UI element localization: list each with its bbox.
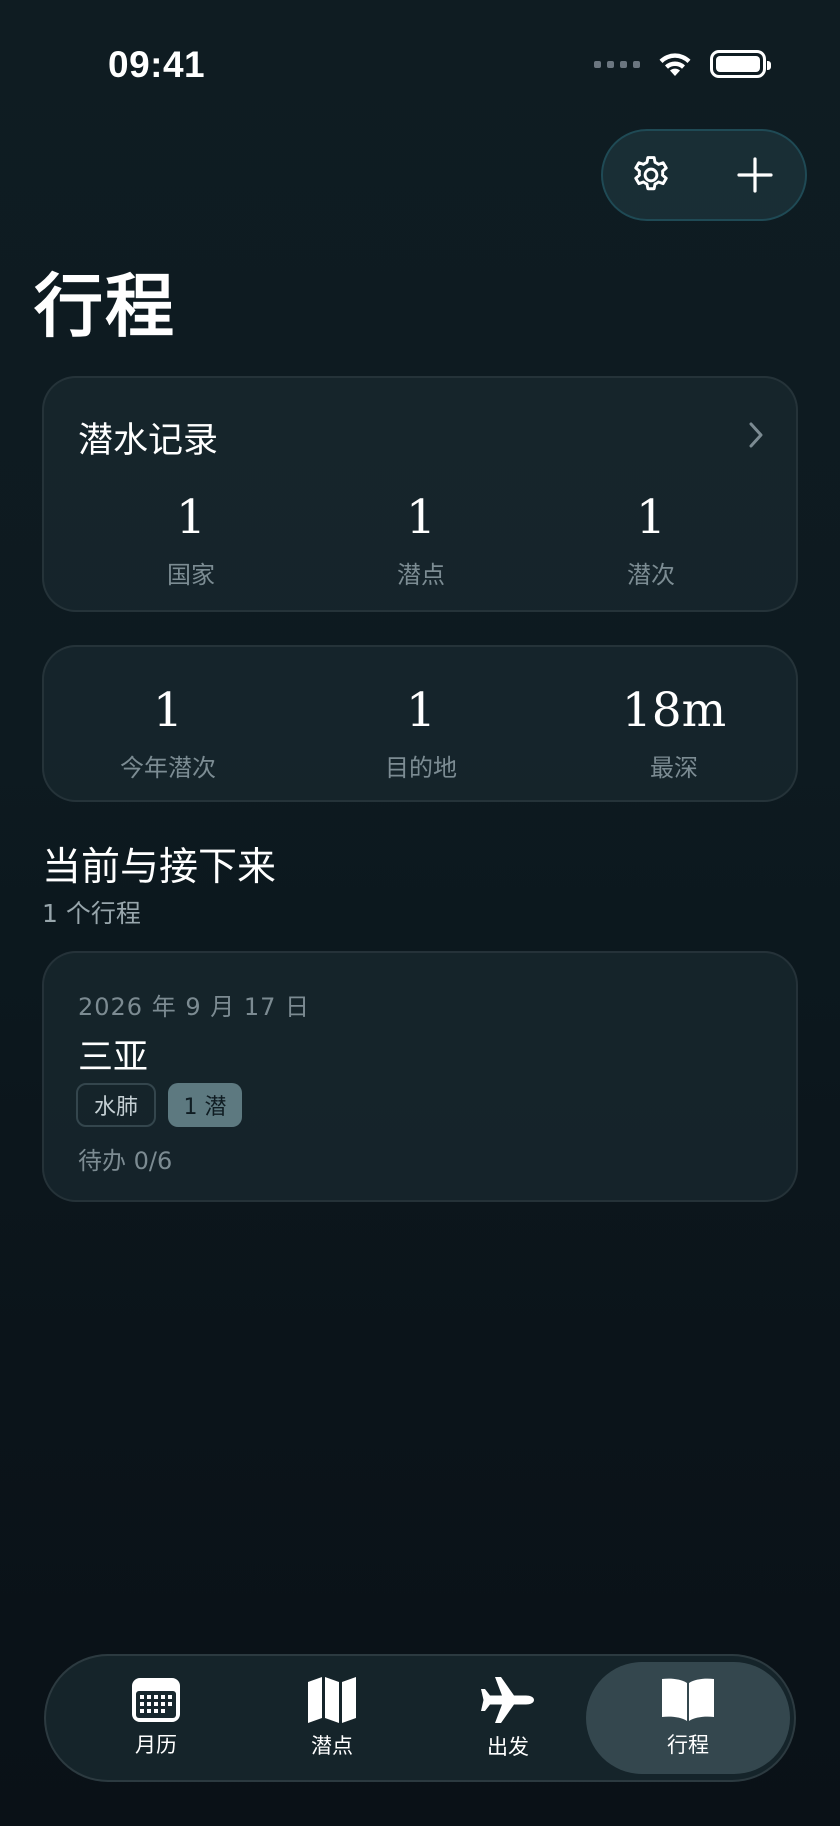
trip-tag-type: 水肺	[76, 1083, 156, 1127]
tab-label: 行程	[667, 1733, 709, 1757]
stat-label: 潜次	[627, 561, 675, 589]
tab-label: 潜点	[311, 1734, 353, 1758]
trip-todo: 待办 0/6	[78, 1147, 173, 1175]
book-icon	[662, 1678, 714, 1721]
page-title: 行程	[34, 267, 176, 347]
calendar-icon	[132, 1678, 180, 1722]
stat-destinations: 1 目的地	[321, 687, 521, 783]
tab-depart[interactable]: 出发	[428, 1662, 588, 1774]
stat-value: 1	[636, 490, 666, 545]
section-title: 当前与接下来	[42, 845, 277, 890]
tab-bar: 月历 潜点 出发 行程	[44, 1654, 796, 1782]
stat-dives: 1 潜次	[551, 494, 751, 590]
trip-tag-dive-count: 1 潜	[168, 1083, 242, 1127]
wifi-icon	[659, 53, 691, 76]
status-time: 09:41	[108, 44, 206, 85]
map-icon	[308, 1677, 356, 1723]
tab-calendar[interactable]: 月历	[76, 1662, 236, 1774]
stat-value: 1	[176, 490, 206, 545]
chevron-right-icon	[749, 422, 763, 448]
top-actions	[601, 129, 807, 221]
dive-records-card[interactable]: 潜水记录 1 国家 1 潜点 1 潜次	[42, 376, 798, 612]
stat-countries: 1 国家	[91, 494, 291, 590]
stat-value: 1	[153, 683, 183, 738]
gear-icon	[634, 156, 668, 191]
settings-button[interactable]	[627, 151, 675, 199]
screen: 09:41 行程 潜水记录 1 国家 1 潜点 1 潜次 1 今年潜次 1 目的…	[0, 0, 840, 1826]
stat-label: 国家	[167, 561, 215, 589]
cellular-signal-icon	[594, 60, 640, 68]
stat-label: 今年潜次	[120, 754, 216, 782]
tab-dive-sites[interactable]: 潜点	[252, 1662, 412, 1774]
section-subtitle: 1 个行程	[42, 899, 141, 928]
trip-card[interactable]: 2026 年 9 月 17 日 三亚 水肺 1 潜 待办 0/6	[42, 951, 798, 1202]
stat-value: 1	[406, 490, 436, 545]
stat-label: 潜点	[397, 561, 445, 589]
plus-icon	[737, 157, 773, 193]
stat-label: 最深	[650, 754, 698, 782]
stat-dives-this-year: 1 今年潜次	[68, 687, 268, 783]
dive-records-title: 潜水记录	[78, 421, 219, 461]
trip-name: 三亚	[78, 1038, 149, 1078]
stat-max-depth: 18m 最深	[574, 687, 774, 783]
stat-dive-sites: 1 潜点	[321, 494, 521, 590]
tab-label: 月历	[135, 1733, 177, 1757]
stat-label: 目的地	[385, 754, 457, 782]
stat-value: 18m	[621, 683, 727, 738]
airplane-icon	[481, 1677, 534, 1723]
status-indicators	[594, 50, 771, 78]
tab-trips[interactable]: 行程	[586, 1662, 790, 1774]
trip-date: 2026 年 9 月 17 日	[78, 993, 311, 1021]
stat-value: 1	[406, 683, 436, 738]
battery-icon	[710, 50, 771, 78]
add-button[interactable]	[731, 151, 779, 199]
summary-stats-card: 1 今年潜次 1 目的地 18m 最深	[42, 645, 798, 802]
tab-label: 出发	[487, 1735, 529, 1759]
